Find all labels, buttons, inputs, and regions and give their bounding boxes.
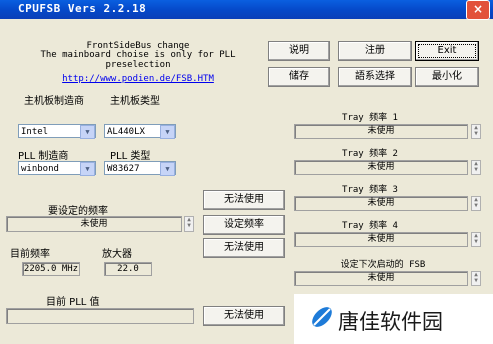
- tray-freq-2-field[interactable]: 未使用: [294, 160, 468, 175]
- minimize-button[interactable]: 最小化: [415, 67, 479, 87]
- explain-button[interactable]: 说明: [268, 41, 330, 61]
- current-pll-label: 目前 PLL 值: [46, 297, 100, 308]
- exit-button[interactable]: Exit: [415, 41, 479, 61]
- watermark-text: 唐佳软件园: [338, 310, 443, 334]
- pll-maker-label: PLL 制造商: [18, 151, 69, 162]
- homepage-link[interactable]: http://www.podien.de/FSB.HTM: [20, 74, 256, 85]
- leaf-logo-icon: [312, 307, 332, 327]
- chevron-down-icon[interactable]: ▼: [80, 125, 95, 139]
- mainboard-type-label: 主机板类型: [110, 96, 160, 107]
- mainboard-maker-value: Intel: [21, 127, 49, 137]
- current-freq-field: 2205.0 MHz: [22, 262, 80, 276]
- spin-arrows-icon[interactable]: ▲ ▼: [471, 232, 481, 247]
- tray-freq-2-label: Tray 频率 2: [342, 149, 398, 159]
- save-button[interactable]: 储存: [268, 67, 330, 87]
- tray-freq-4-field[interactable]: 未使用: [294, 232, 468, 247]
- spin-arrows-icon[interactable]: ▲ ▼: [471, 196, 481, 211]
- mainboard-type-select[interactable]: AL440LX ▼: [104, 124, 176, 139]
- current-pll-field: [6, 308, 194, 324]
- unused-button-2[interactable]: 无法使用: [203, 238, 285, 258]
- unused-button-1[interactable]: 无法使用: [203, 190, 285, 210]
- multiplier-label: 放大器: [102, 249, 132, 260]
- pll-type-value: W83627: [107, 164, 140, 174]
- spin-arrows-icon[interactable]: ▲ ▼: [184, 216, 194, 232]
- chevron-down-icon[interactable]: ▼: [80, 162, 95, 176]
- chevron-down-icon[interactable]: ▼: [160, 162, 175, 176]
- pll-maker-value: winbond: [21, 164, 59, 174]
- next-boot-fsb-field[interactable]: 未使用: [294, 271, 468, 286]
- set-frequency-button[interactable]: 设定频率: [203, 215, 285, 235]
- multiplier-field: 22.0: [104, 262, 152, 276]
- mainboard-maker-label: 主机板制造商: [24, 96, 84, 107]
- header-line-3: preselection: [105, 60, 171, 70]
- pll-maker-select[interactable]: winbond ▼: [18, 161, 96, 176]
- chevron-down-icon[interactable]: ▼: [160, 125, 175, 139]
- spin-arrows-icon[interactable]: ▲ ▼: [471, 124, 481, 139]
- tray-freq-1-field[interactable]: 未使用: [294, 124, 468, 139]
- current-freq-label: 目前频率: [10, 249, 50, 260]
- spin-arrows-icon[interactable]: ▲ ▼: [471, 160, 481, 175]
- tray-freq-1-label: Tray 频率 1: [342, 113, 398, 123]
- mainboard-maker-select[interactable]: Intel ▼: [18, 124, 96, 139]
- tray-freq-3-field[interactable]: 未使用: [294, 196, 468, 211]
- language-button[interactable]: 語系选择: [338, 67, 412, 87]
- pll-type-label: PLL 类型: [110, 151, 151, 162]
- mainboard-type-value: AL440LX: [107, 127, 145, 137]
- pll-type-select[interactable]: W83627 ▼: [104, 161, 176, 176]
- close-button[interactable]: ×: [466, 0, 490, 20]
- target-freq-label: 要设定的频率: [48, 206, 108, 217]
- tray-freq-3-label: Tray 频率 3: [342, 185, 398, 195]
- target-freq-field[interactable]: 未使用: [6, 216, 182, 232]
- register-button[interactable]: 注册: [338, 41, 412, 61]
- next-boot-fsb-label: 设定下次启动的 FSB: [340, 260, 426, 270]
- spin-arrows-icon[interactable]: ▲ ▼: [471, 271, 481, 286]
- tray-freq-4-label: Tray 频率 4: [342, 221, 398, 231]
- unused-button-3[interactable]: 无法使用: [203, 306, 285, 326]
- window-title: CPUFSB Vers 2.2.18: [18, 2, 147, 15]
